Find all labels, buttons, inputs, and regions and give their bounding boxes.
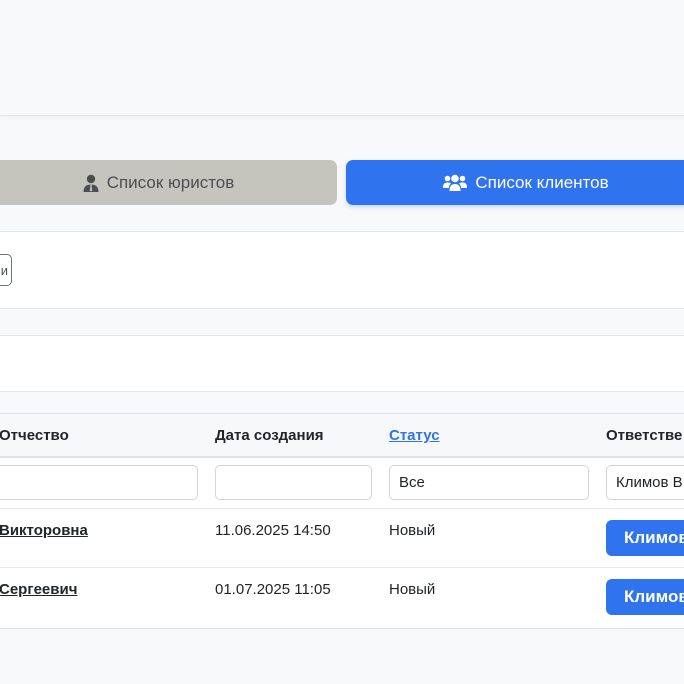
filter-row xyxy=(0,458,684,509)
partial-button-label: и xyxy=(0,262,8,278)
responsible-button[interactable]: Климов xyxy=(606,520,684,556)
users-icon xyxy=(443,174,468,192)
header-patronymic: Отчество xyxy=(0,427,69,444)
tab-clients-list[interactable]: Список клиентов xyxy=(346,160,684,205)
table-header: Отчество Дата создания Статус Ответстве xyxy=(0,414,684,458)
responsible-label: Климов xyxy=(624,587,684,606)
info-panel xyxy=(0,335,684,392)
clients-table: Отчество Дата создания Статус Ответстве … xyxy=(0,413,684,629)
status-filter-select[interactable] xyxy=(389,465,589,500)
header-created: Дата создания xyxy=(215,427,324,444)
status-value: Новый xyxy=(389,581,436,598)
created-filter-input[interactable] xyxy=(215,465,372,500)
table-row: Сергеевич 01.07.2025 11:05 Новый Климов xyxy=(0,568,684,626)
table-row: Викторовна 11.06.2025 14:50 Новый Климов xyxy=(0,509,684,568)
status-value: Новый xyxy=(389,522,436,539)
header-responsible: Ответстве xyxy=(606,427,683,444)
user-tie-icon xyxy=(83,174,99,192)
header-status-sort-link[interactable]: Статус xyxy=(389,427,440,444)
tab-clients-label: Список клиентов xyxy=(475,172,609,192)
client-patronymic-link[interactable]: Викторовна xyxy=(0,522,88,539)
filter-panel xyxy=(0,231,684,309)
responsible-button[interactable]: Климов xyxy=(606,579,684,615)
responsible-label: Климов xyxy=(624,528,684,547)
created-date: 11.06.2025 14:50 xyxy=(215,522,331,539)
partial-button[interactable]: и xyxy=(0,254,12,286)
tab-lawyers-list[interactable]: Список юристов xyxy=(0,160,337,205)
tab-lawyers-label: Список юристов xyxy=(106,172,235,192)
patronymic-filter-input[interactable] xyxy=(0,465,198,500)
client-patronymic-link[interactable]: Сергеевич xyxy=(0,581,77,598)
top-bar xyxy=(0,0,684,116)
created-date: 01.07.2025 11:05 xyxy=(215,581,331,598)
responsible-filter-select[interactable] xyxy=(606,465,684,500)
